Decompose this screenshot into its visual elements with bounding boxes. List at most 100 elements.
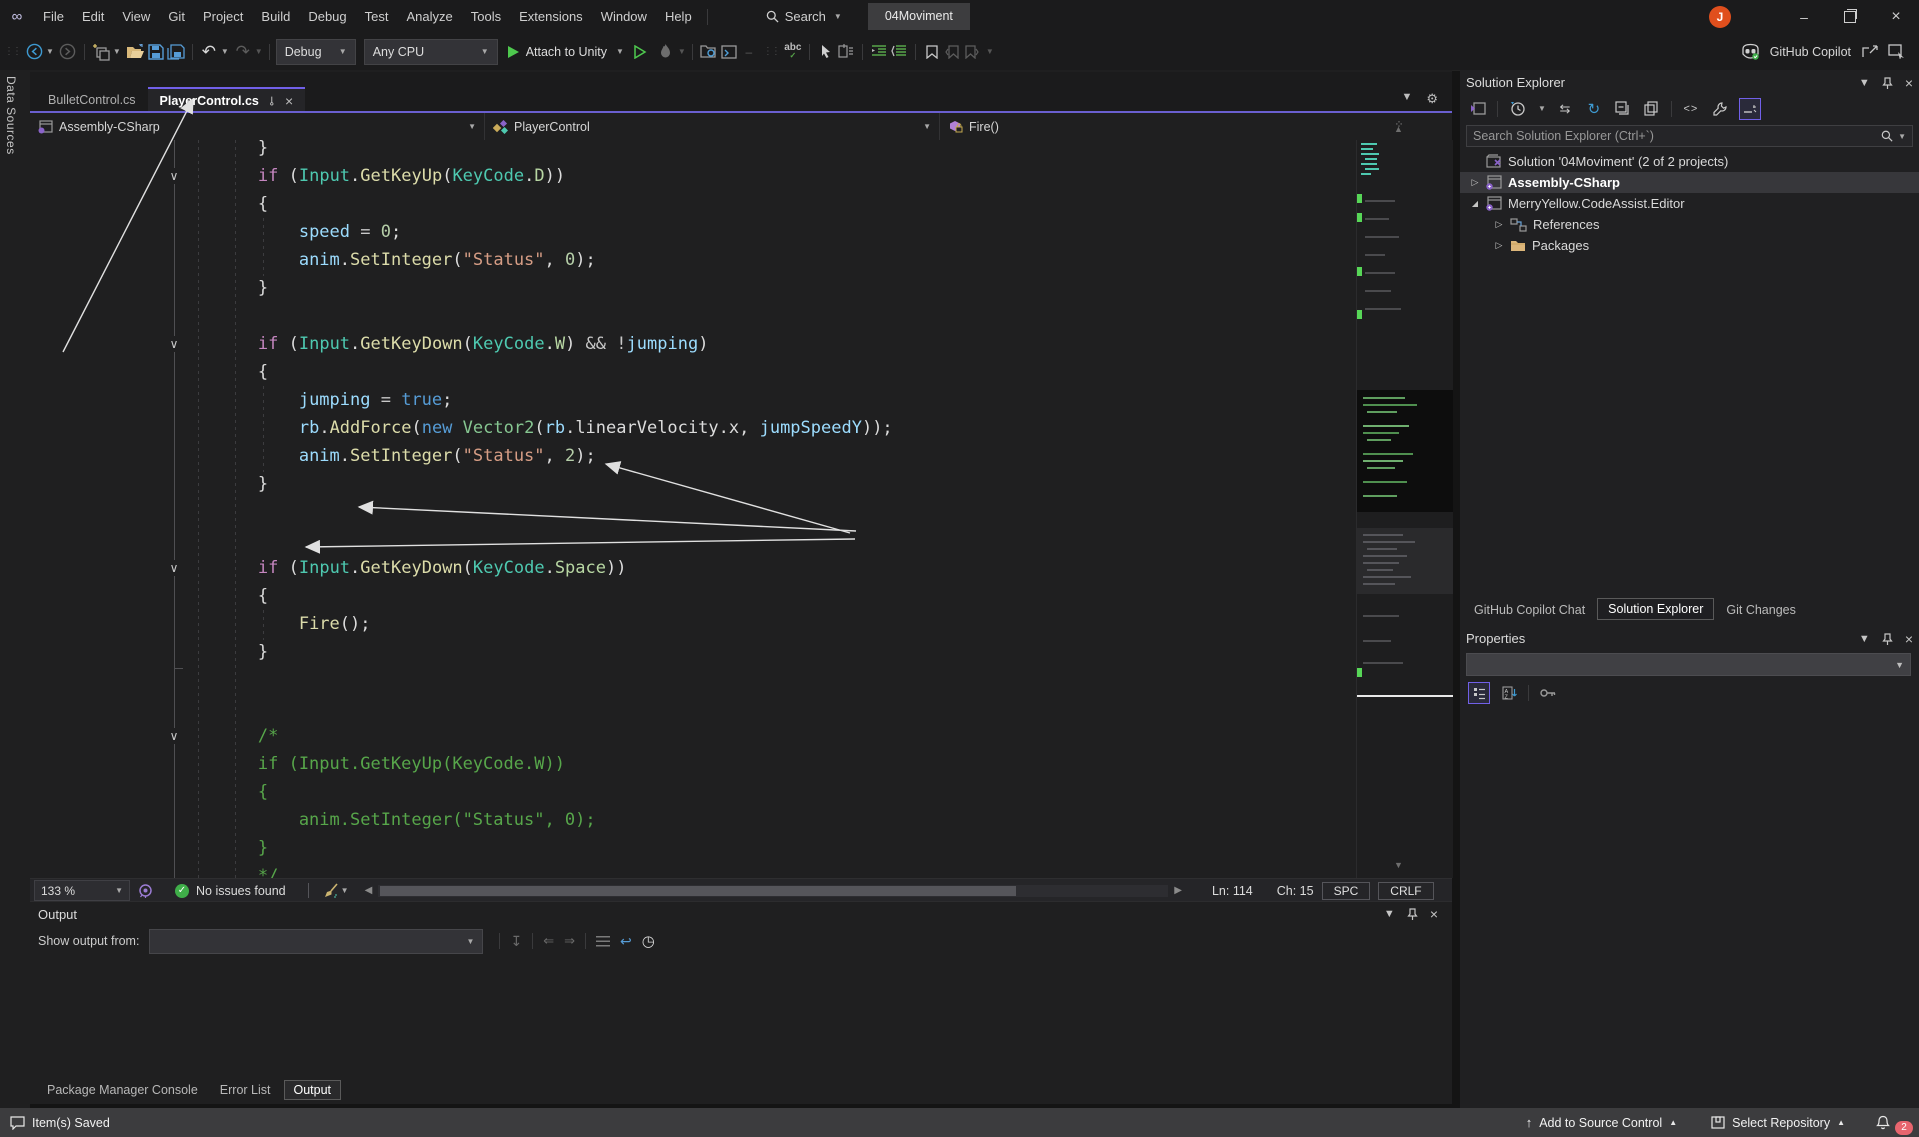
code-line[interactable]: } <box>176 834 893 862</box>
tree-item-assembly-csharp[interactable]: ▷Assembly-CSharp <box>1460 172 1919 193</box>
property-pages-key-icon[interactable] <box>1538 683 1558 703</box>
next-message-icon[interactable]: ⇒ <box>564 933 575 949</box>
code-line[interactable]: anim.SetInteger("Status", 0); <box>176 806 893 834</box>
code-line[interactable] <box>176 302 893 330</box>
code-line[interactable]: if (Input.GetKeyDown(KeyCode.Space)) <box>176 554 893 582</box>
fold-collapse-icon[interactable]: ∨ <box>166 336 182 352</box>
data-sources-tab[interactable]: Data Sources <box>4 76 18 155</box>
save-all-button[interactable] <box>166 40 186 64</box>
immediate-window-button[interactable] <box>719 40 739 64</box>
close-icon[interactable]: × <box>1905 75 1913 91</box>
panel-tab-github-copilot-chat[interactable]: GitHub Copilot Chat <box>1464 600 1595 620</box>
view-code-icon[interactable]: <> <box>1681 99 1701 119</box>
pin-icon[interactable] <box>1882 77 1893 89</box>
code-line[interactable]: if (Input.GetKeyUp(KeyCode.W)) <box>176 750 893 778</box>
tab-bulletcontrol-cs[interactable]: BulletControl.cs <box>36 87 148 113</box>
selection-cursor-button[interactable] <box>816 40 836 64</box>
toolbar-grip[interactable]: ⋮⋮ <box>4 46 20 57</box>
new-project-button[interactable] <box>91 40 111 64</box>
code-line[interactable]: { <box>176 190 893 218</box>
menu-file[interactable]: File <box>34 0 73 33</box>
chevron-expanded-icon[interactable]: ◢ <box>1470 199 1480 208</box>
minimize-button[interactable]: – <box>1781 0 1827 33</box>
share-icon[interactable] <box>1861 44 1878 59</box>
scroll-down-icon[interactable]: ▼ <box>1394 860 1403 870</box>
scroll-up-icon[interactable]: ▲ <box>1394 124 1403 134</box>
menu-test[interactable]: Test <box>356 0 398 33</box>
panel-tab-solution-explorer[interactable]: Solution Explorer <box>1597 598 1714 620</box>
code-line[interactable]: speed = 0; <box>176 218 893 246</box>
preview-selected-items-icon[interactable] <box>1739 98 1761 120</box>
panel-dropdown-icon[interactable]: ▼ <box>1859 633 1870 645</box>
clear-all-icon[interactable] <box>596 936 610 947</box>
pin-icon[interactable]: ⊸ <box>265 96 279 106</box>
health-message[interactable]: No issues found <box>196 884 286 898</box>
output-source-combo[interactable]: ▼ <box>149 929 483 954</box>
menu-git[interactable]: Git <box>159 0 194 33</box>
search-control[interactable]: Search ▼ <box>766 9 842 24</box>
code-line[interactable]: anim.SetInteger("Status", 2); <box>176 442 893 470</box>
add-to-source-control-button[interactable]: ↑ Add to Source Control ▲ <box>1516 1115 1687 1130</box>
open-folder-button[interactable] <box>126 40 146 64</box>
solution-configuration-combo[interactable]: Debug▼ <box>276 39 356 65</box>
save-button[interactable] <box>146 40 166 64</box>
chevron-collapsed-icon[interactable]: ▷ <box>1494 240 1504 251</box>
comment-selection-button[interactable] <box>889 40 909 64</box>
panel-dropdown-icon[interactable]: ▼ <box>1384 908 1395 920</box>
categorized-icon[interactable] <box>1468 682 1490 704</box>
code-line[interactable]: { <box>176 778 893 806</box>
chevron-collapsed-icon[interactable]: ▷ <box>1494 219 1504 230</box>
alphabetical-sort-icon[interactable]: AZ <box>1499 683 1519 703</box>
line-indicator[interactable]: Ln: 114 <box>1212 884 1253 898</box>
code-line[interactable]: } <box>176 274 893 302</box>
search-options-dropdown-icon[interactable]: ▼ <box>1898 132 1906 141</box>
intellicode-icon[interactable] <box>138 883 153 898</box>
previous-message-icon[interactable]: ⇐ <box>543 933 554 949</box>
menu-tools[interactable]: Tools <box>462 0 510 33</box>
code-line[interactable]: /* <box>176 722 893 750</box>
pin-icon[interactable] <box>1407 908 1418 920</box>
refresh-icon[interactable]: ↻ <box>1584 99 1604 119</box>
zoom-combo[interactable]: 133 %▼ <box>34 880 130 901</box>
search-icon[interactable] <box>1881 130 1893 142</box>
switch-views-icon[interactable] <box>1468 99 1488 119</box>
navigate-forward-button[interactable] <box>58 40 78 64</box>
code-line[interactable]: jumping = true; <box>176 386 893 414</box>
bookmark-more-icon[interactable]: ▼ <box>986 47 994 56</box>
hot-reload-dropdown-icon[interactable]: ▼ <box>678 47 686 56</box>
code-line[interactable] <box>176 498 893 526</box>
menu-help[interactable]: Help <box>656 0 701 33</box>
menu-build[interactable]: Build <box>252 0 299 33</box>
hscroll-right-icon[interactable]: ▶ <box>1174 885 1182 896</box>
paste-structure-button[interactable] <box>836 40 856 64</box>
fold-collapse-icon[interactable]: ∨ <box>166 168 182 184</box>
tab-list-dropdown-icon[interactable]: ▼ <box>1401 91 1412 107</box>
solution-name-badge[interactable]: 04Moviment <box>868 3 970 30</box>
code-line[interactable]: if (Input.GetKeyUp(KeyCode.D)) <box>176 162 893 190</box>
navigate-back-button[interactable] <box>24 40 44 64</box>
close-icon[interactable]: × <box>1430 906 1438 922</box>
code-line[interactable]: } <box>176 638 893 666</box>
menu-view[interactable]: View <box>113 0 159 33</box>
bottom-tab-error-list[interactable]: Error List <box>211 1081 280 1099</box>
horizontal-scrollbar[interactable] <box>378 885 1168 897</box>
undo-button[interactable]: ↶ <box>199 40 219 64</box>
bottom-tab-output[interactable]: Output <box>284 1080 342 1100</box>
show-all-files-icon[interactable] <box>1642 99 1662 119</box>
close-button[interactable]: × <box>1873 0 1919 33</box>
solution-explorer-search[interactable]: Search Solution Explorer (Ctrl+`) ▼ <box>1466 125 1913 147</box>
search-dropdown-icon[interactable]: ▼ <box>834 12 842 21</box>
code-text[interactable]: } if (Input.GetKeyUp(KeyCode.D)) { speed… <box>176 134 893 890</box>
menu-extensions[interactable]: Extensions <box>510 0 592 33</box>
menu-project[interactable]: Project <box>194 0 252 33</box>
code-line[interactable]: } <box>176 134 893 162</box>
tree-item-packages[interactable]: ▷Packages <box>1460 235 1919 256</box>
bottom-tab-package-manager-console[interactable]: Package Manager Console <box>38 1081 207 1099</box>
collapse-all-icon[interactable] <box>1613 99 1633 119</box>
solution-explorer-header[interactable]: Solution Explorer ▼ × <box>1460 70 1919 95</box>
redo-dropdown-icon[interactable]: ▼ <box>255 47 263 56</box>
code-line[interactable]: rb.AddForce(new Vector2(rb.linearVelocit… <box>176 414 893 442</box>
menu-debug[interactable]: Debug <box>299 0 355 33</box>
column-indicator[interactable]: Ch: 15 <box>1277 884 1314 898</box>
spaces-indicator[interactable]: SPC <box>1322 882 1371 900</box>
